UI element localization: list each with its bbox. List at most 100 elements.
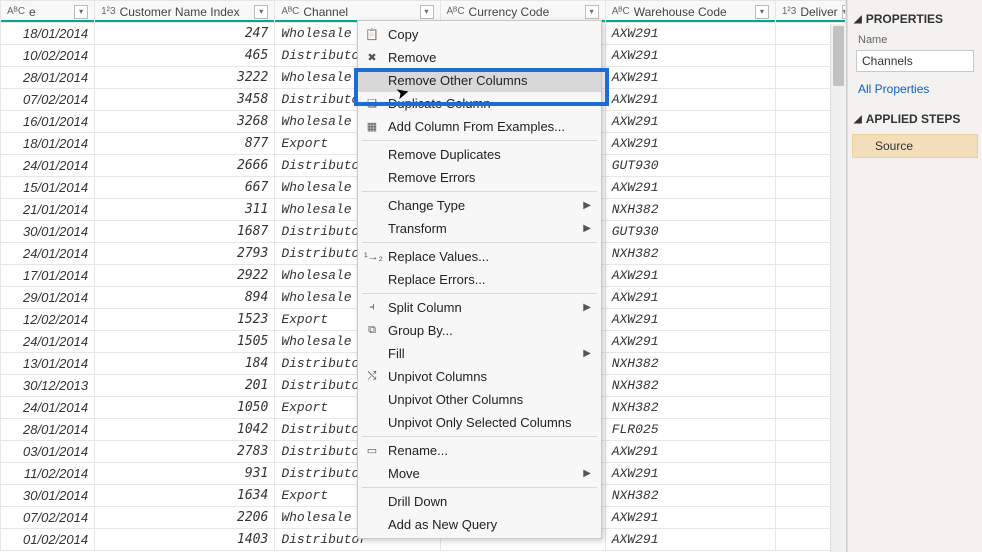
cell[interactable]: 03/01/2014 bbox=[1, 441, 95, 463]
cell[interactable]: 28/01/2014 bbox=[1, 419, 95, 441]
cell[interactable]: 24/01/2014 bbox=[1, 155, 95, 177]
cell[interactable]: AXW291 bbox=[605, 529, 775, 551]
cell[interactable]: 894 bbox=[95, 287, 275, 309]
cell[interactable]: 16/01/2014 bbox=[1, 111, 95, 133]
cell[interactable]: 11/02/2014 bbox=[1, 463, 95, 485]
menu-item[interactable]: Transform▶ bbox=[358, 217, 601, 240]
scrollbar-thumb[interactable] bbox=[833, 26, 844, 86]
cell[interactable]: NXH382 bbox=[605, 199, 775, 221]
menu-item[interactable]: Move▶ bbox=[358, 462, 601, 485]
cell[interactable]: 30/01/2014 bbox=[1, 485, 95, 507]
cell[interactable]: AXW291 bbox=[605, 287, 775, 309]
menu-item[interactable]: Unpivot Only Selected Columns bbox=[358, 411, 601, 434]
cell[interactable]: 24/01/2014 bbox=[1, 331, 95, 353]
cell[interactable]: 21/01/2014 bbox=[1, 199, 95, 221]
cell[interactable]: 931 bbox=[95, 463, 275, 485]
all-properties-link[interactable]: All Properties bbox=[852, 78, 978, 106]
column-header[interactable]: AᴮCe▾ bbox=[1, 1, 95, 23]
cell[interactable]: 1505 bbox=[95, 331, 275, 353]
filter-dropdown-button[interactable]: ▾ bbox=[254, 5, 268, 19]
menu-item[interactable]: Add as New Query bbox=[358, 513, 601, 536]
cell[interactable]: 07/02/2014 bbox=[1, 89, 95, 111]
applied-step[interactable]: Source bbox=[852, 134, 978, 158]
menu-item[interactable]: ▭Rename... bbox=[358, 439, 601, 462]
cell[interactable]: NXH382 bbox=[605, 375, 775, 397]
cell[interactable]: AXW291 bbox=[605, 441, 775, 463]
cell[interactable]: AXW291 bbox=[605, 133, 775, 155]
cell[interactable]: AXW291 bbox=[605, 45, 775, 67]
menu-item[interactable]: 📋Copy bbox=[358, 23, 601, 46]
cell[interactable]: 1687 bbox=[95, 221, 275, 243]
filter-dropdown-button[interactable]: ▾ bbox=[755, 5, 769, 19]
cell[interactable]: 28/01/2014 bbox=[1, 67, 95, 89]
cell[interactable]: 15/01/2014 bbox=[1, 177, 95, 199]
cell[interactable]: 3268 bbox=[95, 111, 275, 133]
cell[interactable]: 2922 bbox=[95, 265, 275, 287]
filter-dropdown-button[interactable]: ▾ bbox=[420, 5, 434, 19]
cell[interactable]: 2793 bbox=[95, 243, 275, 265]
cell[interactable]: 18/01/2014 bbox=[1, 23, 95, 45]
cell[interactable]: NXH382 bbox=[605, 353, 775, 375]
menu-item[interactable]: Unpivot Other Columns bbox=[358, 388, 601, 411]
cell[interactable]: 311 bbox=[95, 199, 275, 221]
cell[interactable]: 10/02/2014 bbox=[1, 45, 95, 67]
cell[interactable]: AXW291 bbox=[605, 463, 775, 485]
filter-dropdown-button[interactable]: ▾ bbox=[74, 5, 88, 19]
cell[interactable]: 17/01/2014 bbox=[1, 265, 95, 287]
menu-item[interactable]: ❏Duplicate Column bbox=[358, 92, 601, 115]
cell[interactable]: 30/12/2013 bbox=[1, 375, 95, 397]
cell[interactable]: 24/01/2014 bbox=[1, 397, 95, 419]
cell[interactable]: 3458 bbox=[95, 89, 275, 111]
menu-item[interactable]: Replace Errors... bbox=[358, 268, 601, 291]
cell[interactable]: FLR025 bbox=[605, 419, 775, 441]
cell[interactable]: 201 bbox=[95, 375, 275, 397]
cell[interactable]: AXW291 bbox=[605, 23, 775, 45]
cell[interactable]: 3222 bbox=[95, 67, 275, 89]
menu-item[interactable]: Remove Errors bbox=[358, 166, 601, 189]
cell[interactable]: NXH382 bbox=[605, 397, 775, 419]
cell[interactable]: 18/01/2014 bbox=[1, 133, 95, 155]
cell[interactable]: AXW291 bbox=[605, 331, 775, 353]
menu-item[interactable]: ⫞Split Column▶ bbox=[358, 296, 601, 319]
menu-item[interactable]: ✖Remove bbox=[358, 46, 601, 69]
menu-item[interactable]: Change Type▶ bbox=[358, 194, 601, 217]
cell[interactable]: AXW291 bbox=[605, 177, 775, 199]
menu-item[interactable]: ▦Add Column From Examples... bbox=[358, 115, 601, 138]
cell[interactable]: AXW291 bbox=[605, 507, 775, 529]
cell[interactable]: 07/02/2014 bbox=[1, 507, 95, 529]
cell[interactable]: 29/01/2014 bbox=[1, 287, 95, 309]
cell[interactable]: 1050 bbox=[95, 397, 275, 419]
cell[interactable]: AXW291 bbox=[605, 265, 775, 287]
query-name-input[interactable]: Channels bbox=[856, 50, 974, 72]
cell[interactable]: 1403 bbox=[95, 529, 275, 551]
cell[interactable]: 465 bbox=[95, 45, 275, 67]
cell[interactable]: GUT930 bbox=[605, 221, 775, 243]
cell[interactable]: NXH382 bbox=[605, 243, 775, 265]
cell[interactable]: AXW291 bbox=[605, 89, 775, 111]
cell[interactable]: 247 bbox=[95, 23, 275, 45]
cell[interactable]: 877 bbox=[95, 133, 275, 155]
applied-steps-header[interactable]: ◢ APPLIED STEPS bbox=[852, 106, 978, 132]
vertical-scrollbar[interactable] bbox=[830, 24, 846, 552]
cell[interactable]: 30/01/2014 bbox=[1, 221, 95, 243]
menu-item[interactable]: Fill▶ bbox=[358, 342, 601, 365]
menu-item[interactable]: ⤭Unpivot Columns bbox=[358, 365, 601, 388]
menu-item[interactable]: ¹→₂Replace Values... bbox=[358, 245, 601, 268]
cell[interactable]: 01/02/2014 bbox=[1, 529, 95, 551]
menu-item[interactable]: Remove Duplicates bbox=[358, 143, 601, 166]
cell[interactable]: NXH382 bbox=[605, 485, 775, 507]
cell[interactable]: 13/01/2014 bbox=[1, 353, 95, 375]
cell[interactable]: 1042 bbox=[95, 419, 275, 441]
filter-dropdown-button[interactable]: ▾ bbox=[842, 5, 846, 19]
cell[interactable]: 2206 bbox=[95, 507, 275, 529]
cell[interactable]: 2783 bbox=[95, 441, 275, 463]
properties-section-header[interactable]: ◢ PROPERTIES bbox=[852, 6, 978, 32]
cell[interactable]: 12/02/2014 bbox=[1, 309, 95, 331]
column-header[interactable]: 1²3Deliver▾ bbox=[775, 1, 845, 23]
cell[interactable]: 184 bbox=[95, 353, 275, 375]
cell[interactable]: AXW291 bbox=[605, 309, 775, 331]
cell[interactable]: 1634 bbox=[95, 485, 275, 507]
cell[interactable]: 24/01/2014 bbox=[1, 243, 95, 265]
cell[interactable]: 667 bbox=[95, 177, 275, 199]
cell[interactable]: 1523 bbox=[95, 309, 275, 331]
